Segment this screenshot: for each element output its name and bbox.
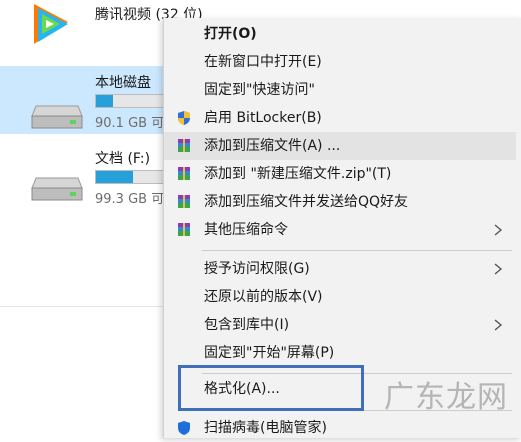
chevron-right-icon — [494, 224, 503, 236]
menu-item-label: 启用 BitLocker(B) — [204, 110, 322, 126]
menu-item-open-new-window[interactable]: 在新窗口中打开(E) — [164, 48, 516, 76]
drive-name: 本地磁盘 — [95, 75, 151, 91]
watermark: 广东龙网 — [384, 380, 508, 415]
winrar-archive-icon — [178, 223, 190, 236]
menu-item-other-compress[interactable]: 其他压缩命令 — [164, 216, 516, 244]
format-highlight-box — [178, 365, 364, 411]
menu-item-grant-access[interactable]: 授予访问权限(G) — [164, 255, 516, 283]
drive-free-space: 90.1 GB 可 — [95, 116, 165, 131]
menu-separator — [202, 250, 512, 251]
drive-name: 文档 (F:) — [95, 151, 151, 167]
menu-item-label: 固定到"快速访问" — [204, 82, 315, 98]
winrar-archive-icon — [178, 139, 190, 152]
drive-item-documents[interactable]: 文档 (F:) 99.3 GB 可 — [0, 142, 170, 210]
tencent-video-icon — [34, 4, 68, 44]
menu-item-label: 添加到压缩文件(A) ... — [204, 138, 341, 154]
pc-manager-shield-icon — [178, 421, 190, 435]
menu-item-label: 包含到库中(I) — [204, 317, 290, 333]
menu-item-label: 还原以前的版本(V) — [204, 289, 323, 305]
hard-drive-icon — [31, 177, 83, 201]
winrar-archive-icon — [178, 195, 190, 208]
drive-item-local-disk[interactable]: 本地磁盘 90.1 GB 可 — [0, 66, 170, 134]
menu-item-scan-virus[interactable]: 扫描病毒(电脑管家) — [164, 414, 516, 442]
menu-item-add-to-zip[interactable]: 添加到 "新建压缩文件.zip"(T) — [164, 160, 516, 188]
uac-shield-icon — [178, 111, 190, 125]
drive-usage-fill — [96, 95, 113, 107]
menu-item-label: 打开(O) — [204, 26, 257, 42]
divider — [0, 306, 170, 307]
drive-free-space: 99.3 GB 可 — [95, 192, 165, 207]
menu-item-open[interactable]: 打开(O) — [164, 20, 516, 48]
menu-item-include-library[interactable]: 包含到库中(I) — [164, 311, 516, 339]
menu-item-label: 添加到 "新建压缩文件.zip"(T) — [204, 166, 392, 182]
drive-usage-fill — [96, 171, 134, 183]
menu-item-add-to-archive[interactable]: 添加到压缩文件(A) ... — [164, 132, 516, 160]
menu-item-label: 其他压缩命令 — [204, 222, 288, 238]
drive-usage-bar — [95, 170, 165, 184]
menu-item-pin-quick-access[interactable]: 固定到"快速访问" — [164, 76, 516, 104]
chevron-right-icon — [494, 263, 503, 275]
chevron-right-icon — [494, 319, 503, 331]
menu-item-pin-start[interactable]: 固定到"开始"屏幕(P) — [164, 339, 516, 367]
menu-item-label: 扫描病毒(电脑管家) — [204, 420, 327, 436]
app-item-tencent-video[interactable]: 腾讯视频 (32 位) — [0, 0, 203, 52]
menu-item-add-and-send-qq[interactable]: 添加到压缩文件并发送给QQ好友 — [164, 188, 516, 216]
menu-item-restore-versions[interactable]: 还原以前的版本(V) — [164, 283, 516, 311]
menu-item-bitlocker[interactable]: 启用 BitLocker(B) — [164, 104, 516, 132]
menu-item-label: 添加到压缩文件并发送给QQ好友 — [204, 194, 409, 210]
menu-item-label: 在新窗口中打开(E) — [204, 54, 322, 70]
drive-usage-bar — [95, 94, 165, 108]
menu-item-label: 固定到"开始"屏幕(P) — [204, 345, 335, 361]
winrar-archive-icon — [178, 167, 190, 180]
menu-item-label: 授予访问权限(G) — [204, 261, 310, 277]
hard-drive-icon — [31, 105, 83, 129]
